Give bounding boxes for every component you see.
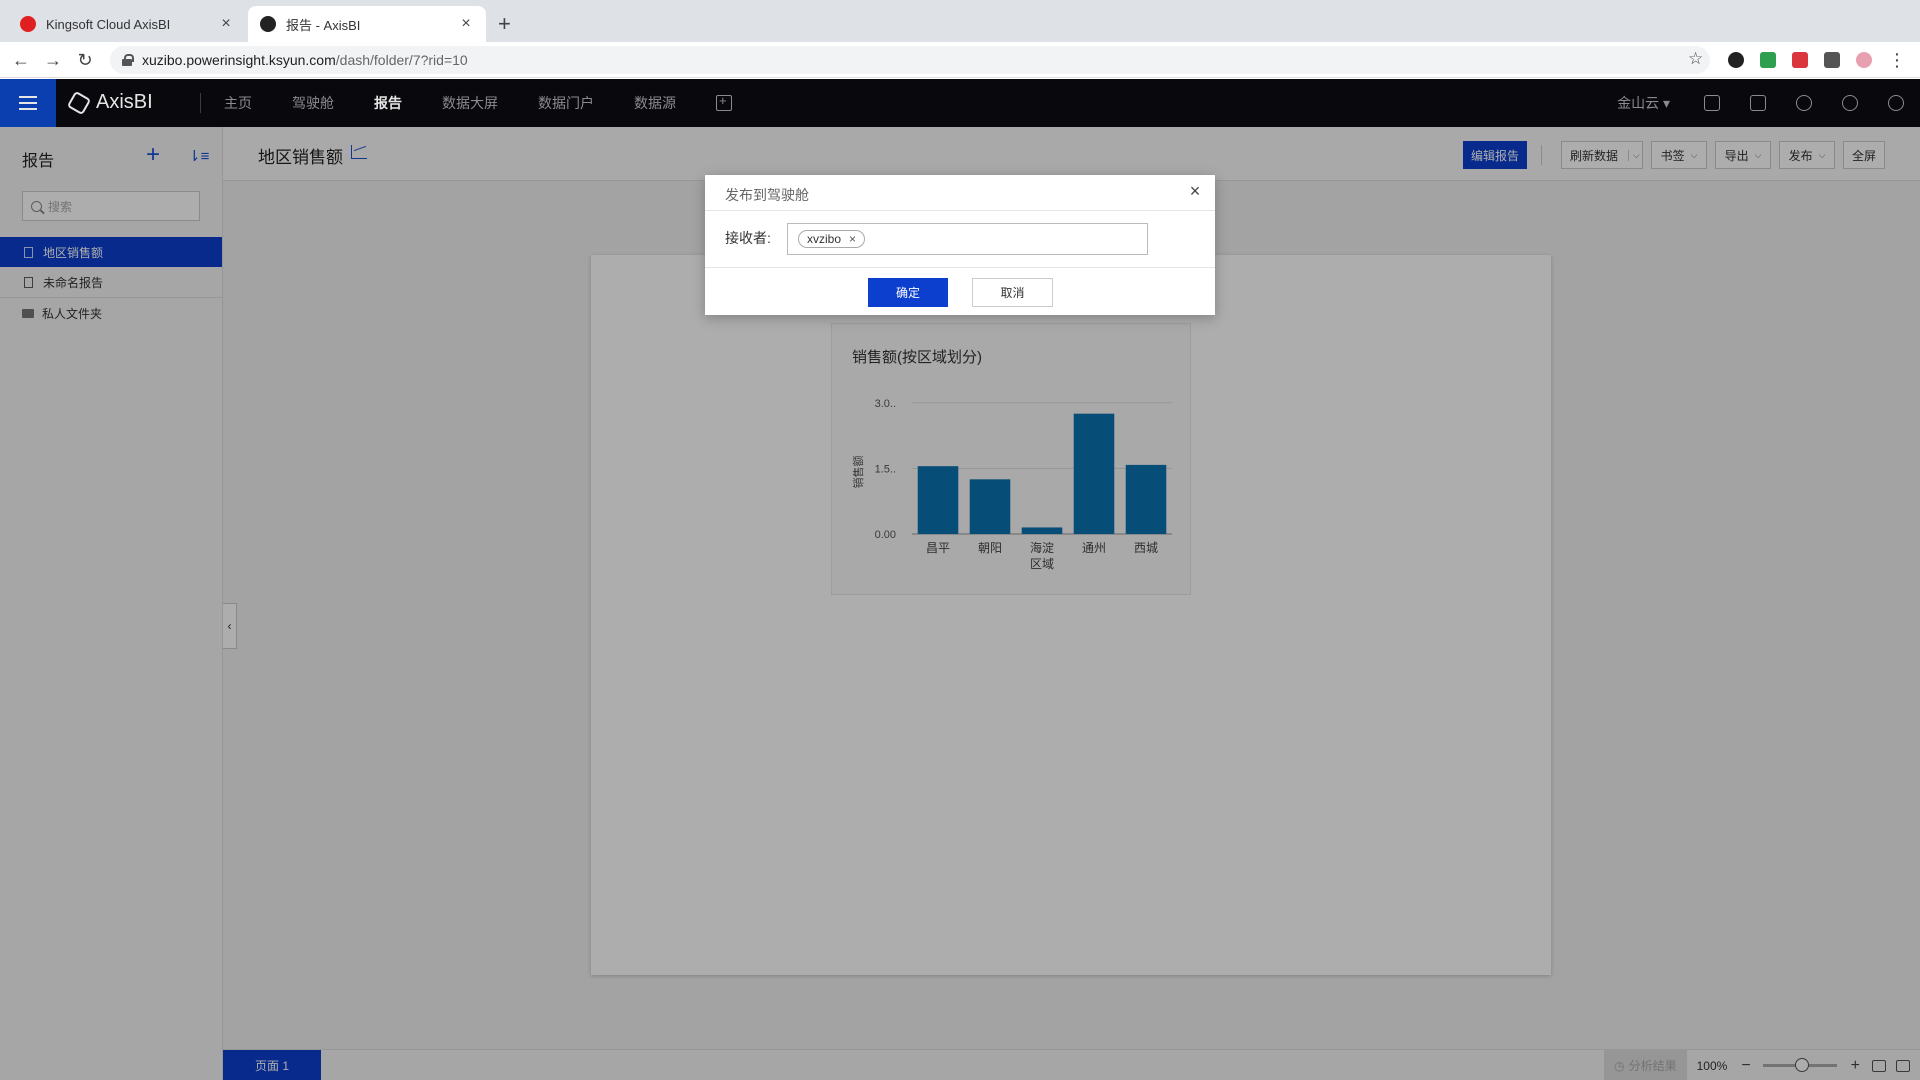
browser-tab-bar: Kingsoft Cloud AxisBI × 报告 - AxisBI × + [0,0,1920,42]
url-field[interactable]: xuzibo.powerinsight.ksyun.com/dash/folde… [110,46,1710,74]
header-overlay [0,79,1920,127]
axisbi-favicon-icon [260,16,276,32]
reload-icon[interactable]: ↻ [74,49,96,71]
lock-icon [122,54,134,66]
extension-icon[interactable] [1728,52,1744,68]
new-tab-icon[interactable]: + [498,12,511,36]
publish-to-cockpit-dialog: 发布到驾驶舱 × 接收者: xvzibo × 确定 取消 [705,175,1215,315]
tag-label: xvzibo [807,232,842,246]
back-icon[interactable]: ← [10,49,32,71]
forward-icon[interactable]: → [42,49,64,71]
extension-icon[interactable] [1792,52,1808,68]
close-icon[interactable]: × [218,15,234,33]
cancel-button[interactable]: 取消 [972,278,1053,307]
menu-dots-icon[interactable]: ⋮ [1886,49,1908,71]
tab-label: 报告 - AxisBI [286,17,361,33]
browser-tab-axisbi[interactable]: 报告 - AxisBI × [248,6,486,42]
bookmark-star-icon[interactable]: ☆ [1688,49,1703,69]
kingsoft-favicon-icon [20,16,36,32]
puzzle-icon[interactable] [1824,52,1840,68]
receiver-label: 接收者: [725,230,771,246]
receiver-tag: xvzibo × [798,230,866,248]
dialog-header: 发布到驾驶舱 × [705,175,1215,211]
dialog-title: 发布到驾驶舱 [725,187,809,203]
confirm-button[interactable]: 确定 [868,278,948,307]
tab-label: Kingsoft Cloud AxisBI [46,16,171,32]
address-bar: ← → ↻ xuzibo.powerinsight.ksyun.com/dash… [0,42,1920,78]
shield-icon[interactable] [1760,52,1776,68]
close-icon[interactable]: × [1185,181,1205,202]
receiver-input[interactable]: xvzibo × [787,223,1148,255]
browser-tab-kingsoft[interactable]: Kingsoft Cloud AxisBI × [8,6,246,42]
divider [705,267,1215,268]
remove-tag-icon[interactable]: × [849,232,856,246]
avatar[interactable] [1856,52,1872,68]
url-text: xuzibo.powerinsight.ksyun.com/dash/folde… [142,52,468,68]
close-icon[interactable]: × [458,15,474,33]
